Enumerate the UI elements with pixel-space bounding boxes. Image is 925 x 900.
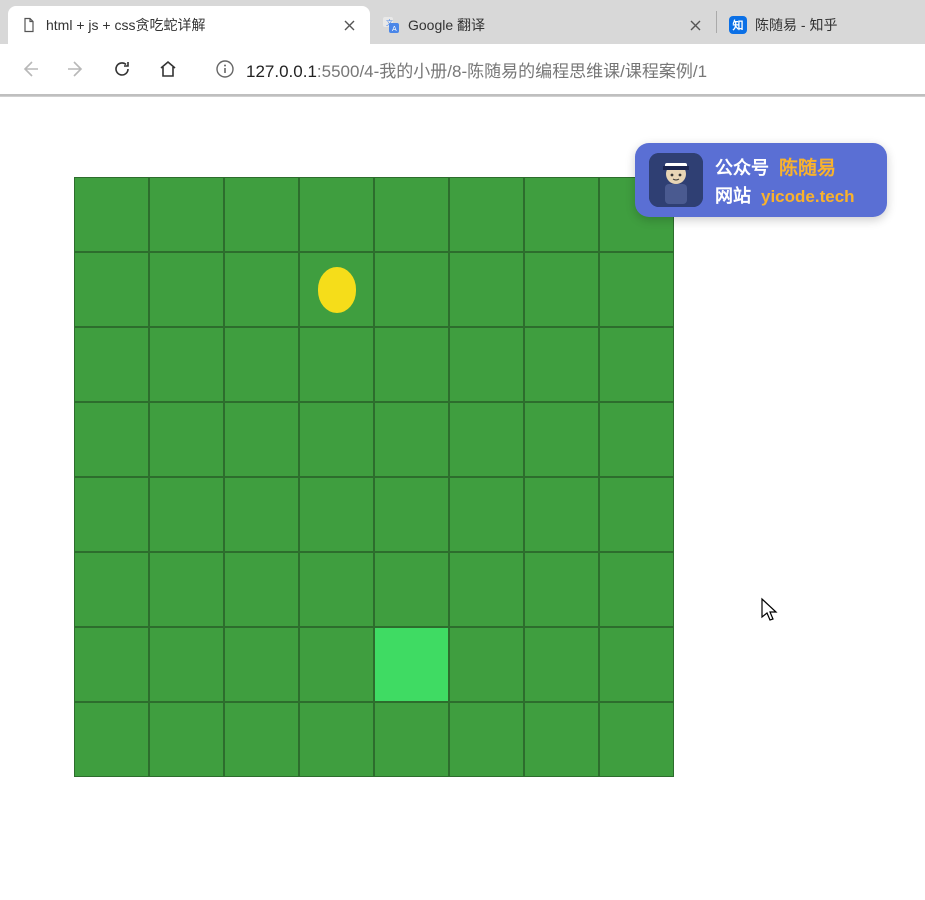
tab-active[interactable]: html + js + css贪吃蛇详解: [8, 6, 370, 44]
grid-cell: [224, 177, 299, 252]
grid-cell: [524, 177, 599, 252]
tab-title: 陈随易 - 知乎: [755, 15, 885, 35]
grid-cell: [74, 327, 149, 402]
grid-cell: [449, 252, 524, 327]
grid-cell: [374, 252, 449, 327]
grid-cell: [149, 477, 224, 552]
grid-cell: [299, 327, 374, 402]
badge-label-1: 公众号: [715, 154, 769, 180]
author-badge: 公众号 陈随易 网站 yicode.tech: [635, 143, 887, 217]
tab-title: html + js + css贪吃蛇详解: [46, 15, 332, 35]
tab-inactive[interactable]: 文A Google 翻译: [370, 6, 716, 44]
tab-title: Google 翻译: [408, 15, 678, 35]
grid-cell: [74, 252, 149, 327]
close-icon[interactable]: [340, 16, 358, 34]
grid-cell: [224, 702, 299, 777]
grid-cell: [299, 627, 374, 702]
grid-cell: [299, 702, 374, 777]
grid-cell: [374, 552, 449, 627]
grid-cell: [524, 477, 599, 552]
grid-cell: [599, 627, 674, 702]
grid-cell: [374, 177, 449, 252]
grid-cell: [149, 177, 224, 252]
grid-cell: [149, 552, 224, 627]
browser-chrome: html + js + css贪吃蛇详解 文A Google 翻译 知 陈随易 …: [0, 0, 925, 97]
grid-cell: [149, 327, 224, 402]
file-icon: [20, 16, 38, 34]
grid-cell: [74, 177, 149, 252]
grid-cell: [224, 252, 299, 327]
grid-cell: [149, 702, 224, 777]
grid-cell: [74, 477, 149, 552]
grid-cell: [74, 552, 149, 627]
url-text: 127.0.0.1:5500/4-我的小册/8-陈随易的编程思维课/课程案例/1: [246, 57, 707, 82]
grid-cell: [224, 402, 299, 477]
tab-strip: html + js + css贪吃蛇详解 文A Google 翻译 知 陈随易 …: [0, 0, 925, 44]
grid-cell: [599, 327, 674, 402]
grid-cell: [374, 402, 449, 477]
grid-cell: [449, 627, 524, 702]
badge-value-2: yicode.tech: [761, 187, 855, 207]
grid-cell: [299, 402, 374, 477]
toolbar: 127.0.0.1:5500/4-我的小册/8-陈随易的编程思维课/课程案例/1: [0, 44, 925, 96]
grid-cell: [374, 327, 449, 402]
grid-cell: [599, 702, 674, 777]
grid-cell: [449, 177, 524, 252]
grid-cell: [599, 477, 674, 552]
grid-cell: [449, 402, 524, 477]
badge-value-1: 陈随易: [779, 153, 836, 180]
badge-text: 公众号 陈随易 网站 yicode.tech: [715, 153, 855, 208]
zhihu-icon: 知: [729, 16, 747, 34]
grid-cell: [299, 552, 374, 627]
grid-cell: [449, 552, 524, 627]
forward-button[interactable]: [56, 49, 96, 89]
grid-cell: [149, 402, 224, 477]
svg-text:A: A: [392, 26, 397, 33]
grid-cell: [149, 627, 224, 702]
grid-cell: [224, 627, 299, 702]
grid-cell: [149, 252, 224, 327]
grid-cell: [74, 402, 149, 477]
grid-cell: [374, 702, 449, 777]
grid-cell: [599, 402, 674, 477]
site-info-icon[interactable]: [214, 58, 236, 80]
grid-cell: [299, 477, 374, 552]
snake-head: [374, 627, 449, 702]
gtranslate-icon: 文A: [382, 16, 400, 34]
badge-label-2: 网站: [715, 182, 751, 208]
avatar: [649, 153, 703, 207]
food: [318, 267, 356, 313]
grid-cell: [374, 477, 449, 552]
grid-cell: [299, 252, 374, 327]
grid-cell: [524, 702, 599, 777]
grid-cell: [74, 627, 149, 702]
back-button[interactable]: [10, 49, 50, 89]
grid-cell: [599, 252, 674, 327]
grid-cell: [524, 252, 599, 327]
reload-button[interactable]: [102, 49, 142, 89]
grid-cell: [74, 702, 149, 777]
grid-cell: [449, 477, 524, 552]
grid-cell: [449, 702, 524, 777]
close-icon[interactable]: [686, 16, 704, 34]
cursor-icon: [760, 597, 780, 628]
game-grid[interactable]: [74, 177, 674, 777]
page-content: 公众号 陈随易 网站 yicode.tech: [0, 97, 925, 900]
grid-cell: [599, 552, 674, 627]
tab-inactive[interactable]: 知 陈随易 - 知乎: [717, 6, 897, 44]
grid-cell: [524, 402, 599, 477]
grid-cell: [524, 552, 599, 627]
grid-cell: [299, 177, 374, 252]
grid-cell: [524, 327, 599, 402]
address-bar[interactable]: 127.0.0.1:5500/4-我的小册/8-陈随易的编程思维课/课程案例/1: [204, 51, 915, 87]
grid-cell: [449, 327, 524, 402]
grid-cell: [224, 477, 299, 552]
grid-cell: [524, 627, 599, 702]
home-button[interactable]: [148, 49, 188, 89]
grid-cell: [224, 327, 299, 402]
grid-cell: [224, 552, 299, 627]
